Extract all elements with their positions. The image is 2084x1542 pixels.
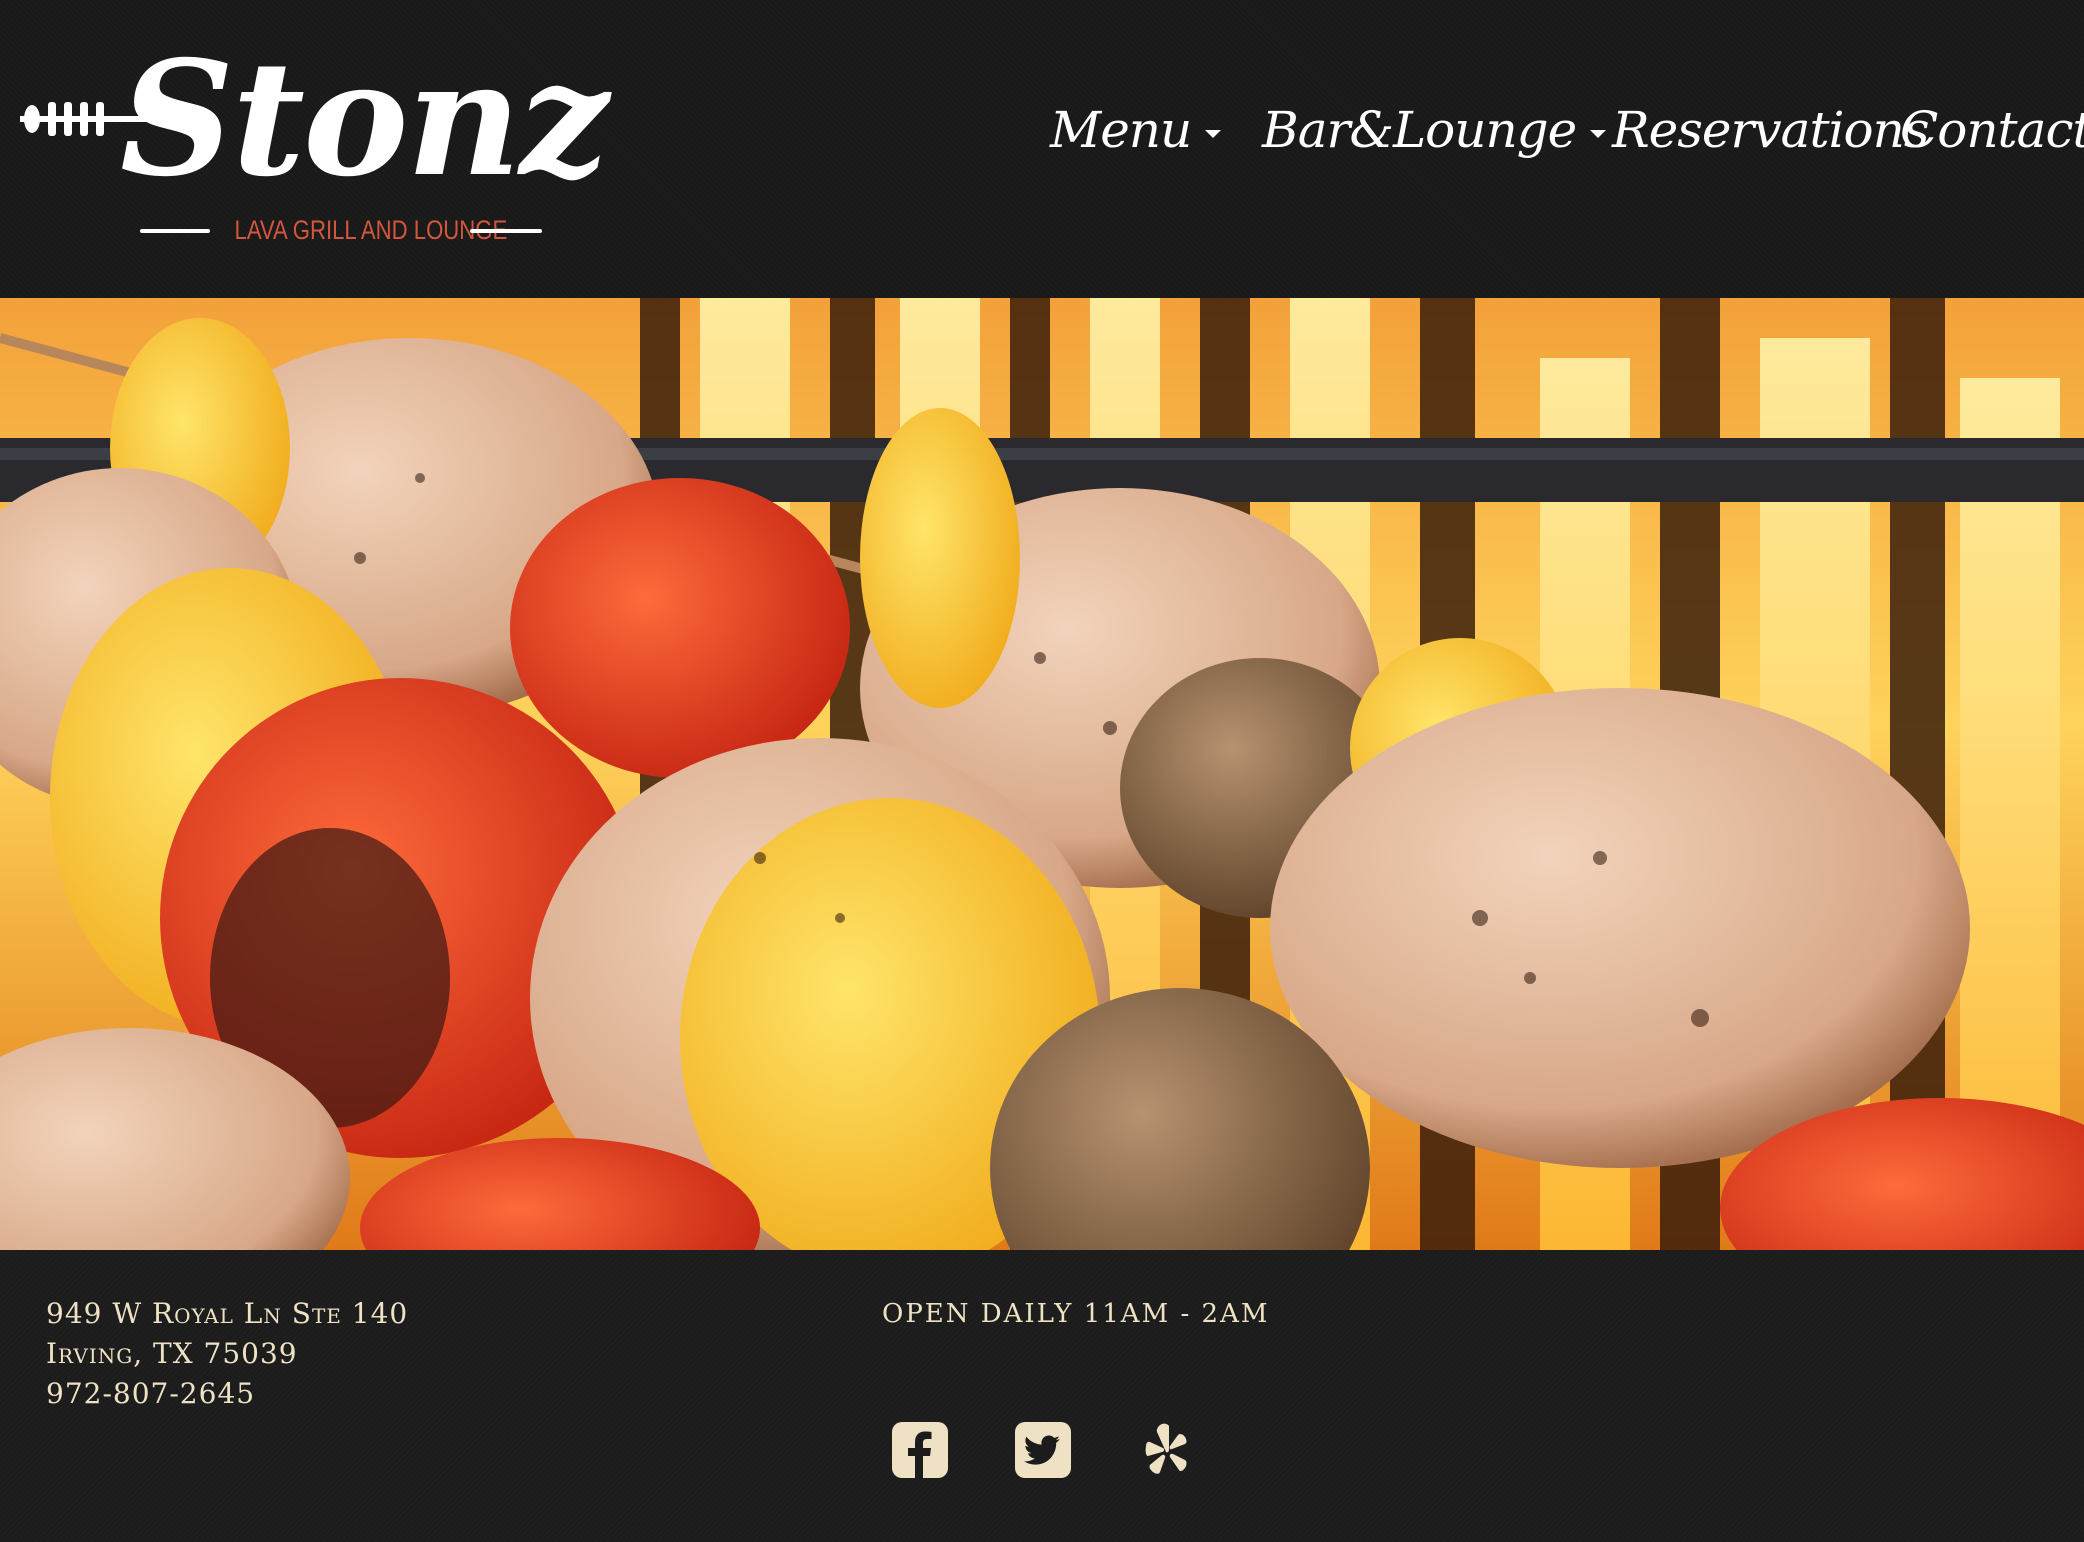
- chevron-down-icon: [1205, 130, 1222, 138]
- nav-item-menu[interactable]: Menu: [1050, 90, 1222, 170]
- logo-wordmark: Stonz: [120, 27, 609, 212]
- tagline-rule-right: [470, 229, 542, 233]
- nav-item-label: Menu: [1050, 101, 1192, 159]
- address-city: Irving, TX 75039: [46, 1337, 298, 1370]
- yelp-icon[interactable]: [1136, 1420, 1196, 1480]
- chevron-down-icon: [1590, 130, 1607, 138]
- address-block: 949 W Royal Ln Ste 140 Irving, TX 75039 …: [46, 1294, 408, 1414]
- logo-tagline: LAVA GRILL AND LOUNGE: [234, 215, 508, 245]
- twitter-icon[interactable]: [1013, 1420, 1073, 1480]
- phone-number[interactable]: 972-807-2645: [46, 1374, 408, 1414]
- nav-item-contact[interactable]: Contact: [1900, 90, 2084, 170]
- nav-item-label: Reservations: [1612, 101, 1929, 159]
- hero-kebab-illustration: [0, 298, 2084, 1250]
- nav-item-label: Bar&Lounge: [1262, 101, 1577, 159]
- nav-item-bar-lounge[interactable]: Bar&Lounge: [1262, 90, 1607, 170]
- nav-item-label: Contact: [1900, 101, 2084, 159]
- nav-item-reservations[interactable]: Reservations: [1612, 90, 1929, 170]
- site-header: Stonz LAVA GRILL AND LOUNGE Menu Bar&Lou…: [0, 0, 2084, 298]
- logo[interactable]: Stonz LAVA GRILL AND LOUNGE: [20, 40, 609, 260]
- tagline-rule-left: [140, 229, 210, 233]
- address-street: 949 W Royal Ln Ste 140: [46, 1297, 409, 1330]
- hero-image: [0, 298, 2084, 1250]
- facebook-icon[interactable]: [890, 1420, 950, 1480]
- site-footer: 949 W Royal Ln Ste 140 Irving, TX 75039 …: [0, 1250, 2084, 1542]
- logo-tagline-row: LAVA GRILL AND LOUNGE: [120, 210, 550, 250]
- opening-hours: OPEN DAILY 11AM - 2AM: [882, 1299, 1270, 1329]
